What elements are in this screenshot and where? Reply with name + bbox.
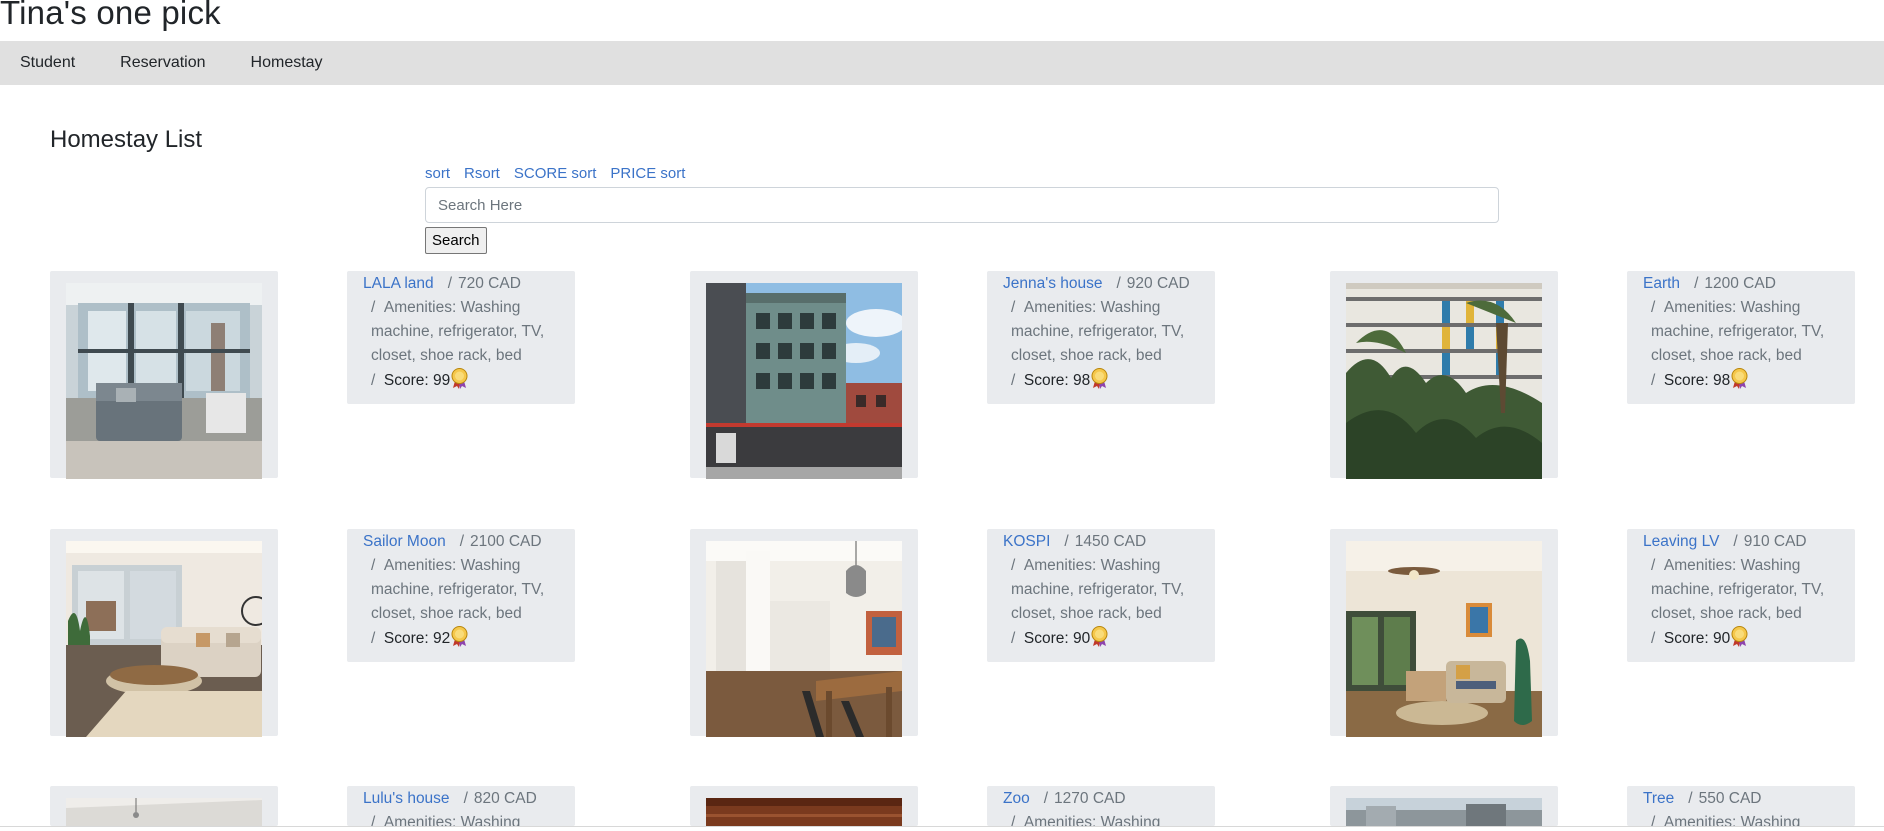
homestay-price: 820 CAD xyxy=(473,790,537,807)
homestay-image-card xyxy=(50,529,278,737)
homestay-amenities: / Amenities: Washing xyxy=(1011,814,1161,826)
homestay-amenities: / Amenities: Washing xyxy=(1651,814,1801,826)
homestay-score: / Score: 98 xyxy=(1003,368,1205,393)
score-sort-link[interactable]: SCORE sort xyxy=(514,165,597,182)
homestay-image-card xyxy=(1330,786,1558,826)
homestay-score: / Score: 90 xyxy=(1643,626,1845,651)
homestay-price: 910 CAD xyxy=(1743,533,1807,550)
medal-icon xyxy=(450,626,469,647)
homestay-info-card: LALA land/720 CAD / Amenities: Washing m… xyxy=(347,271,575,404)
homestay-amenities: / Amenities: Washing xyxy=(371,814,521,826)
homestay-photo[interactable] xyxy=(706,798,902,826)
homestay-amenities: / Amenities: Washing machine, refrigerat… xyxy=(371,557,545,622)
homestay-name-link[interactable]: LALA land xyxy=(363,275,434,292)
homestay-price: 1270 CAD xyxy=(1054,790,1126,807)
homestay-info-card: Jenna's house/920 CAD / Amenities: Washi… xyxy=(987,271,1215,404)
homestay-name-link[interactable]: Earth xyxy=(1643,275,1680,292)
homestay-info-card: Tree/550 CAD / Amenities: Washing xyxy=(1627,786,1855,826)
homestay-score: / Score: 98 xyxy=(1643,368,1845,393)
homestay-image-card xyxy=(1330,529,1558,737)
homestay-photo[interactable] xyxy=(706,541,902,737)
homestay-photo[interactable] xyxy=(1346,541,1542,737)
rsort-link[interactable]: Rsort xyxy=(464,165,500,182)
homestay-info-card: Earth/1200 CAD / Amenities: Washing mach… xyxy=(1627,271,1855,404)
homestay-name-link[interactable]: Sailor Moon xyxy=(363,533,446,550)
homestay-image-card xyxy=(1330,271,1558,479)
homestay-photo[interactable] xyxy=(1346,283,1542,479)
medal-icon xyxy=(1730,626,1749,647)
sort-link[interactable]: sort xyxy=(425,165,450,182)
nav-item-reservation[interactable]: Reservation xyxy=(120,54,205,72)
page-bottom-divider xyxy=(0,826,1884,827)
homestay-price: 720 CAD xyxy=(458,275,521,292)
homestay-image-card xyxy=(50,786,278,826)
homestay-image-card xyxy=(690,529,918,737)
search-button[interactable]: Search xyxy=(425,227,487,254)
search-input[interactable] xyxy=(425,187,1499,223)
medal-icon xyxy=(1090,626,1109,647)
homestay-info-card: Sailor Moon/2100 CAD / Amenities: Washin… xyxy=(347,529,575,662)
homestay-name-link[interactable]: Jenna's house xyxy=(1003,275,1102,292)
medal-icon xyxy=(1090,368,1109,389)
homestay-score: / Score: 92 xyxy=(363,626,565,651)
homestay-price: 550 CAD xyxy=(1698,790,1762,807)
site-title: Tina's one pick xyxy=(0,0,221,31)
homestay-price: 2100 CAD xyxy=(470,533,542,550)
homestay-image-card xyxy=(50,271,278,479)
homestay-image-card xyxy=(690,271,918,479)
homestay-info-card: Leaving LV/910 CAD / Amenities: Washing … xyxy=(1627,529,1855,662)
price-sort-link[interactable]: PRICE sort xyxy=(610,165,685,182)
homestay-score: / Score: 90 xyxy=(1003,626,1205,651)
homestay-photo[interactable] xyxy=(66,283,262,479)
homestay-amenities: / Amenities: Washing machine, refrigerat… xyxy=(1651,299,1825,364)
nav-item-student[interactable]: Student xyxy=(20,54,75,72)
homestay-amenities: / Amenities: Washing machine, refrigerat… xyxy=(1011,557,1185,622)
homestay-amenities: / Amenities: Washing machine, refrigerat… xyxy=(1651,557,1825,622)
homestay-image-card xyxy=(690,786,918,826)
homestay-info-card: Lulu's house/820 CAD / Amenities: Washin… xyxy=(347,786,575,826)
nav-item-homestay[interactable]: Homestay xyxy=(251,54,323,72)
homestay-price: 920 CAD xyxy=(1126,275,1190,292)
sort-links: sort Rsort SCORE sort PRICE sort xyxy=(425,165,685,182)
homestay-amenities: / Amenities: Washing machine, refrigerat… xyxy=(1011,299,1185,364)
homestay-photo[interactable] xyxy=(1346,798,1542,826)
homestay-name-link[interactable]: Leaving LV xyxy=(1643,533,1719,550)
homestay-photo[interactable] xyxy=(706,283,902,479)
homestay-info-card: KOSPI/1450 CAD / Amenities: Washing mach… xyxy=(987,529,1215,662)
navbar: Student Reservation Homestay xyxy=(0,41,1884,85)
homestay-amenities: / Amenities: Washing machine, refrigerat… xyxy=(371,299,545,364)
homestay-price: 1450 CAD xyxy=(1074,533,1147,550)
medal-icon xyxy=(450,368,469,389)
homestay-score: / Score: 99 xyxy=(363,368,565,393)
homestay-photo[interactable] xyxy=(66,541,262,737)
homestay-info-card: Zoo/1270 CAD / Amenities: Washing xyxy=(987,786,1215,826)
homestay-name-link[interactable]: Lulu's house xyxy=(363,790,450,807)
homestay-name-link[interactable]: Zoo xyxy=(1003,790,1030,807)
medal-icon xyxy=(1730,368,1749,389)
homestay-price: 1200 CAD xyxy=(1704,275,1776,292)
page-heading: Homestay List xyxy=(50,126,203,153)
homestay-name-link[interactable]: KOSPI xyxy=(1003,533,1050,550)
homestay-name-link[interactable]: Tree xyxy=(1643,790,1674,807)
homestay-photo[interactable] xyxy=(66,798,262,826)
